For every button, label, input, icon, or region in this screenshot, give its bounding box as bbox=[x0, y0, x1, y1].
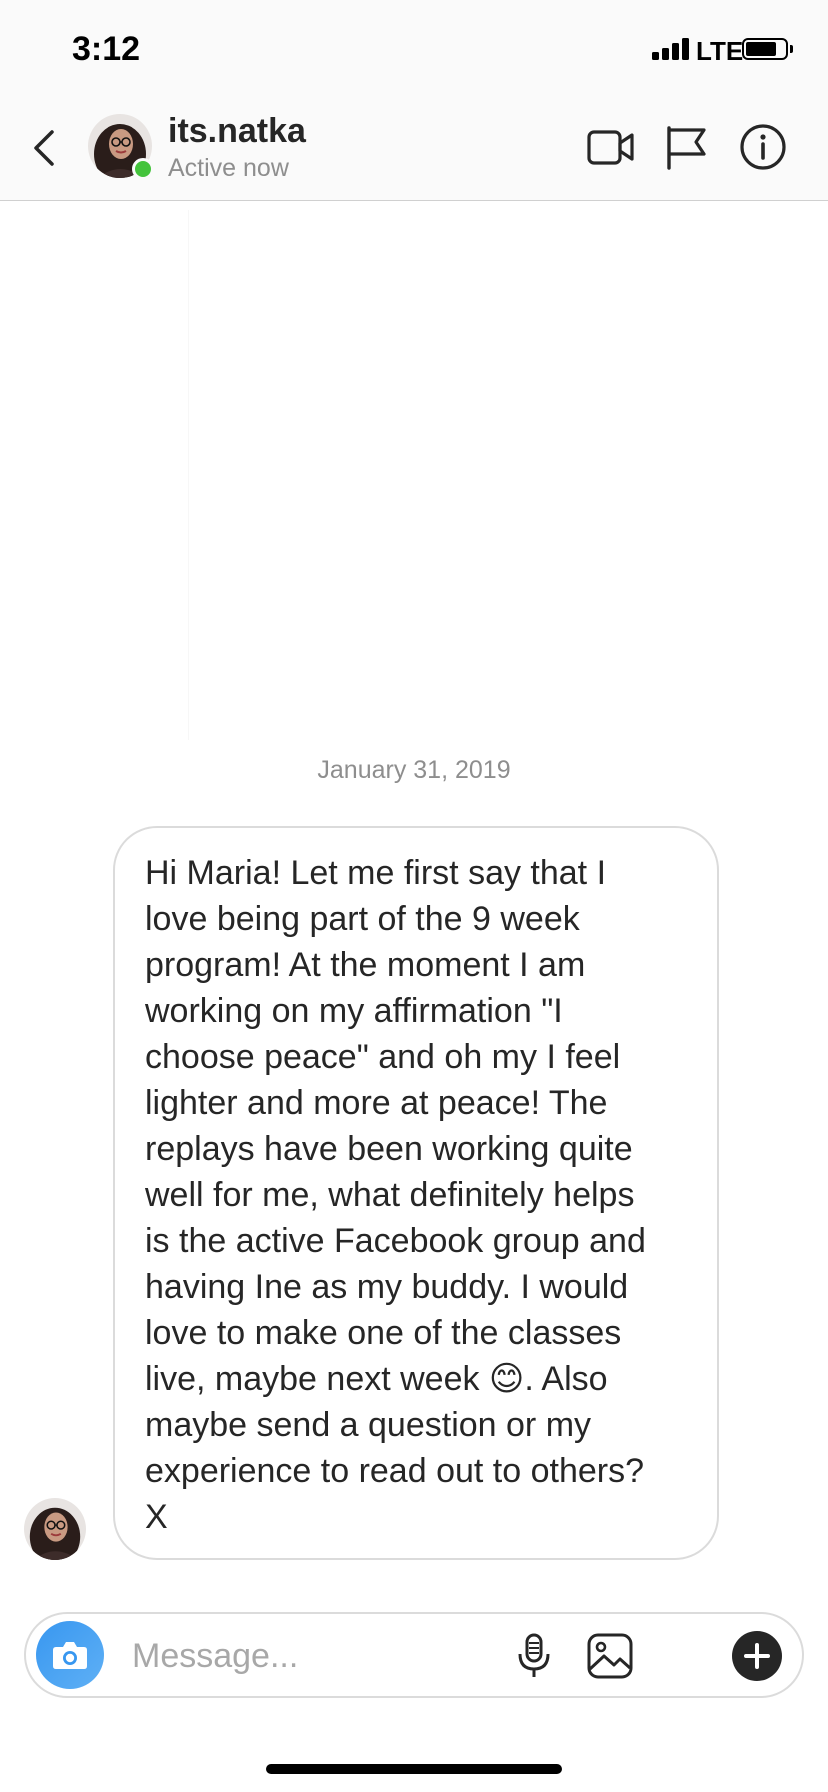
info-button[interactable] bbox=[738, 122, 788, 172]
incoming-message-bubble[interactable]: Hi Maria! Let me first say that I love b… bbox=[113, 826, 719, 1560]
camera-icon bbox=[53, 1642, 87, 1669]
avatar-portrait-icon bbox=[24, 1498, 86, 1560]
signal-bars-icon bbox=[652, 38, 690, 60]
sender-avatar[interactable] bbox=[24, 1498, 86, 1560]
contact-status: Active now bbox=[168, 154, 289, 182]
video-camera-icon bbox=[587, 130, 634, 165]
battery-level bbox=[746, 42, 776, 56]
status-bar: 3:12 LTE bbox=[0, 0, 828, 96]
camera-button[interactable] bbox=[36, 1621, 104, 1689]
shared-media-placeholder[interactable] bbox=[188, 210, 828, 740]
date-separator: January 31, 2019 bbox=[317, 756, 511, 784]
battery-cap bbox=[790, 45, 793, 53]
network-type: LTE bbox=[696, 36, 744, 66]
report-button[interactable] bbox=[662, 122, 712, 172]
message-composer bbox=[24, 1612, 804, 1698]
voice-message-button[interactable] bbox=[510, 1632, 558, 1680]
active-status-dot bbox=[132, 158, 154, 180]
info-icon bbox=[740, 124, 786, 170]
gallery-button[interactable] bbox=[586, 1632, 634, 1680]
battery-icon bbox=[742, 38, 788, 60]
message-text: Hi Maria! Let me first say that I love b… bbox=[145, 854, 646, 1536]
gallery-icon bbox=[587, 1633, 633, 1679]
video-call-button[interactable] bbox=[586, 122, 636, 172]
more-actions-button[interactable] bbox=[732, 1631, 782, 1681]
dm-screen: 3:12 LTE its.natka Active now January 31… bbox=[0, 0, 828, 1792]
microphone-icon bbox=[518, 1633, 550, 1677]
flag-icon bbox=[667, 126, 706, 170]
chat-header: its.natka Active now bbox=[0, 96, 828, 201]
home-indicator[interactable] bbox=[266, 1764, 562, 1774]
contact-name[interactable]: its.natka bbox=[168, 112, 306, 151]
back-button[interactable] bbox=[28, 126, 64, 170]
message-input[interactable] bbox=[130, 1624, 494, 1688]
status-time: 3:12 bbox=[72, 30, 141, 68]
plus-icon bbox=[744, 1643, 770, 1669]
back-chevron-icon bbox=[34, 130, 54, 166]
